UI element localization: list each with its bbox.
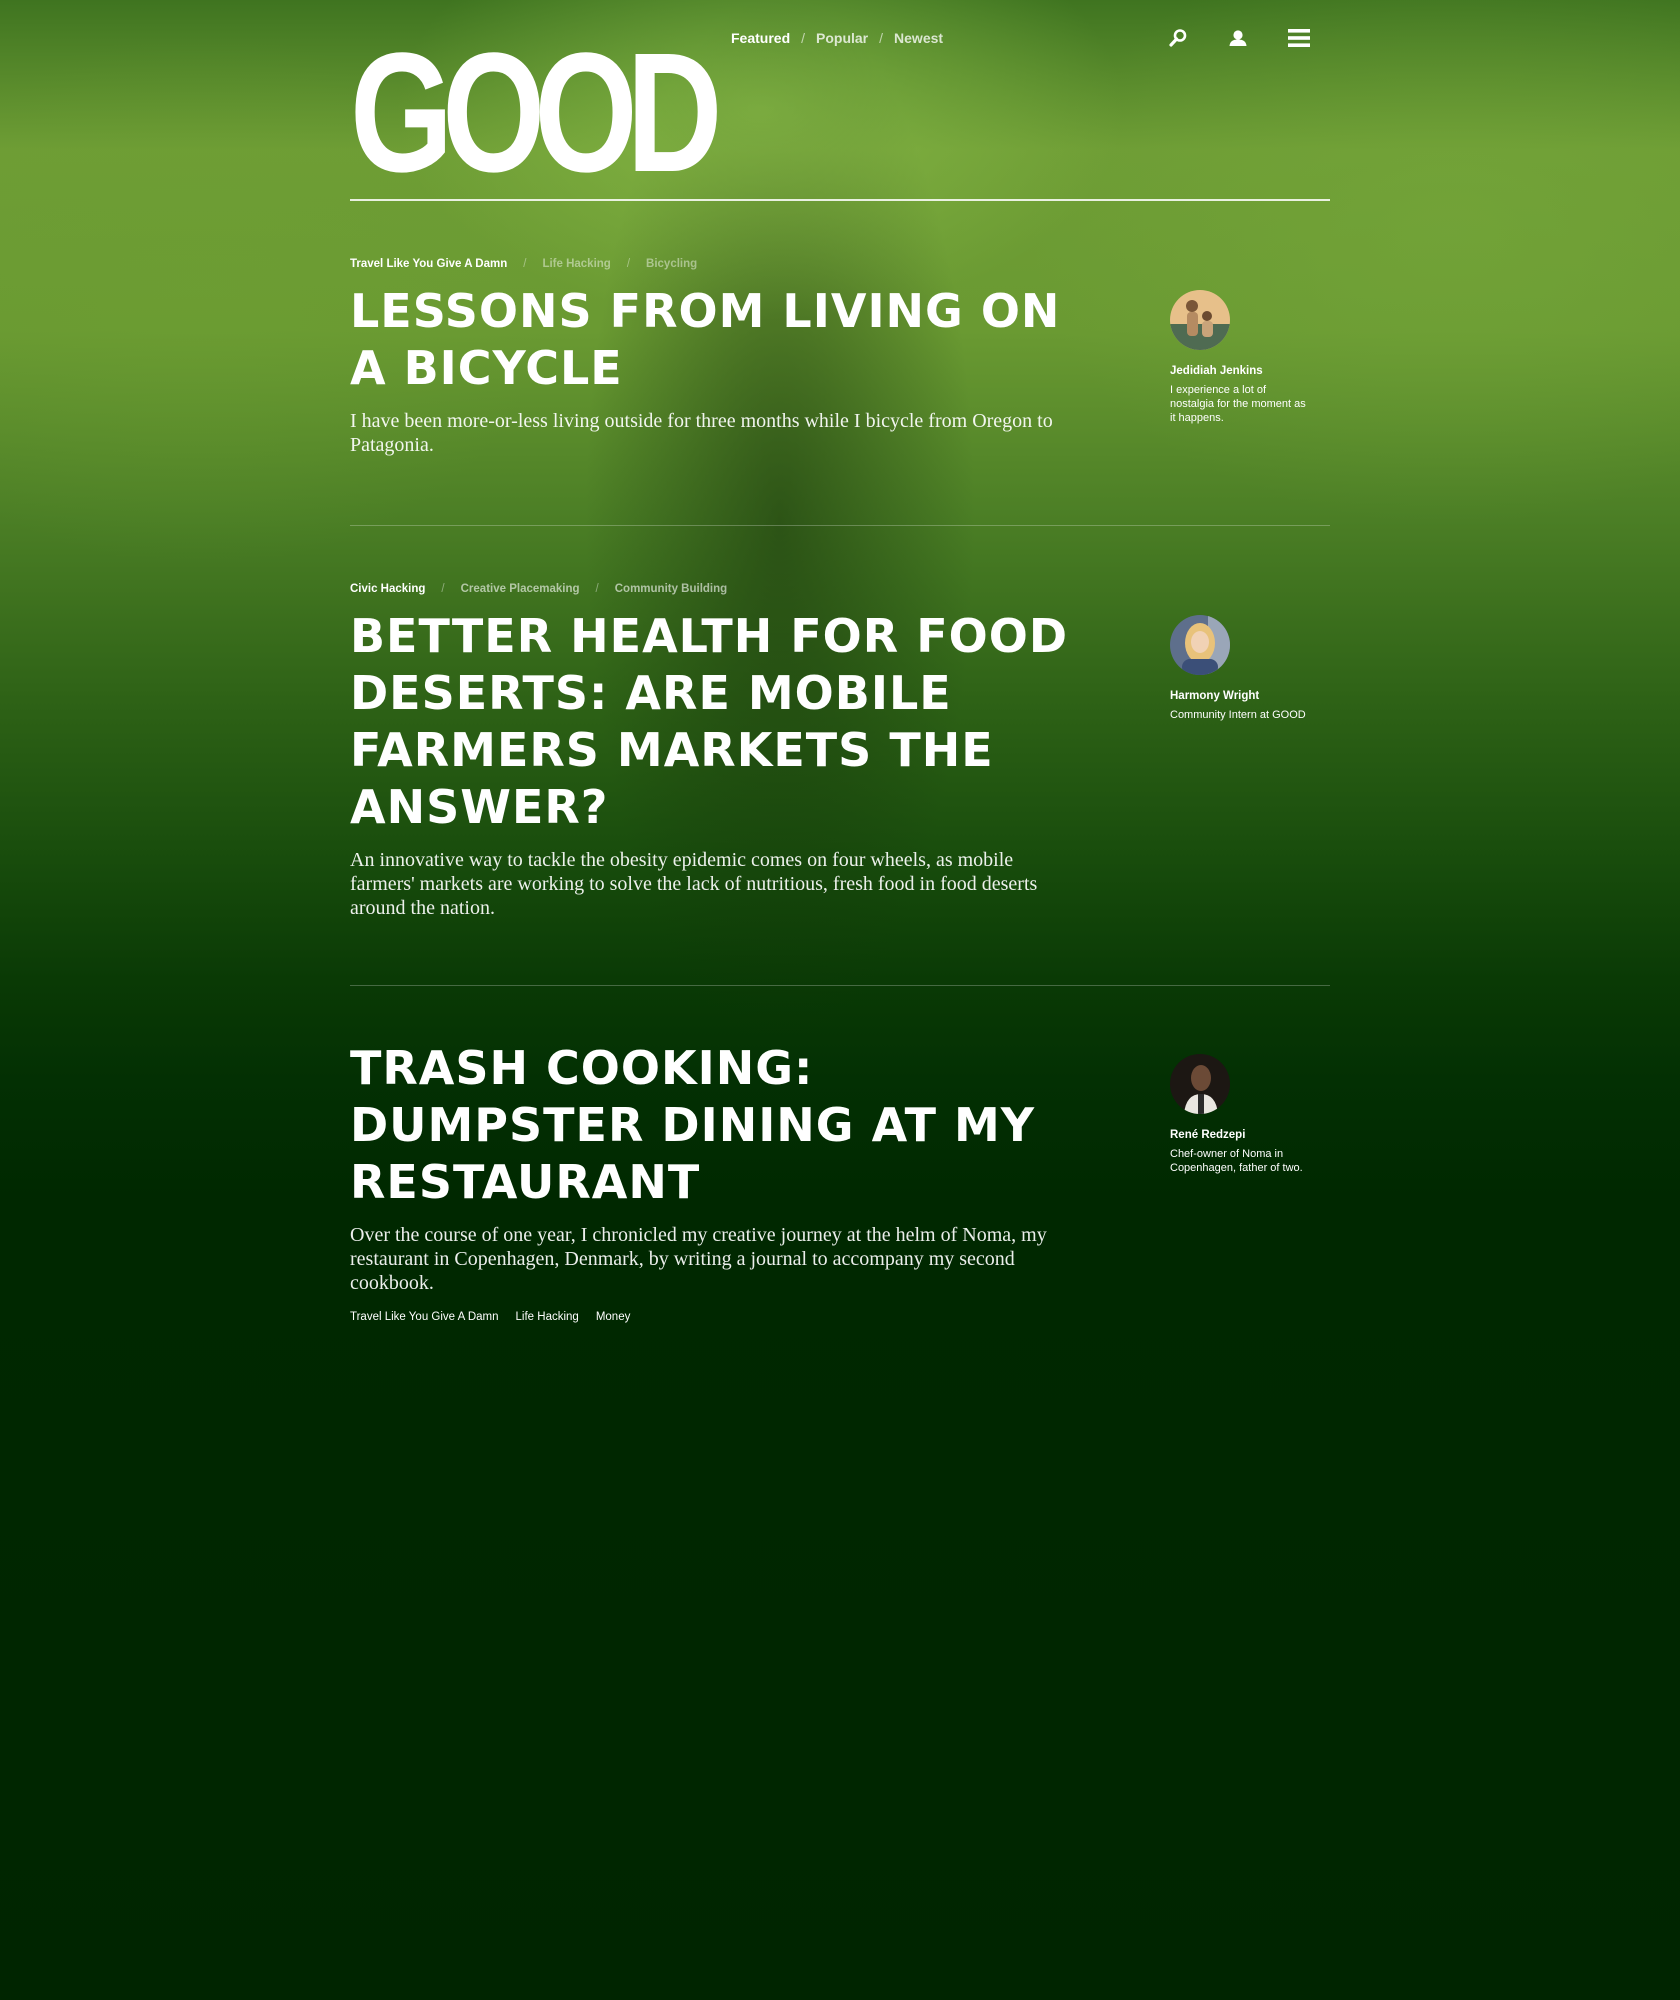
article-card: Trash Cooking: Dumpster Dining at My Res… [350,1040,1330,1323]
article-footer-tags: Travel Like You Give A Damn Life Hacking… [350,1311,1330,1323]
tag-link[interactable]: Travel Like You Give A Damn [350,1311,499,1323]
tag-link[interactable]: Life Hacking [542,258,610,270]
user-icon[interactable] [1228,28,1248,48]
tag-link[interactable]: Civic Hacking [350,583,425,595]
tag-separator: / [441,583,445,595]
header-actions [1168,28,1310,48]
author-bio: Chef-owner of Noma in Copenhagen, father… [1170,1148,1303,1174]
tag-link[interactable]: Money [596,1311,631,1323]
menu-icon[interactable] [1288,28,1310,48]
article-summary: I have been more-or-less living outside … [350,410,1053,456]
author-card: Harmony Wright Community Intern at GOOD [1170,615,1320,722]
author-bio: Community Intern at GOOD [1170,709,1306,721]
article-title[interactable]: Better Health for Food Deserts: Are Mobi… [350,608,1070,836]
header-divider [350,199,1330,201]
good-logo[interactable]: GOOD [350,28,722,198]
article-tags: Civic Hacking / Creative Placemaking / C… [350,583,1330,595]
tag-separator: / [595,583,599,595]
article-title[interactable]: Lessons from Living on a Bicycle [350,283,1070,397]
article-title[interactable]: Trash Cooking: Dumpster Dining at My Res… [350,1040,1070,1211]
author-avatar[interactable] [1170,1054,1230,1114]
tag-separator: / [523,258,527,270]
article-divider [350,985,1330,986]
search-icon[interactable] [1168,28,1188,48]
author-name[interactable]: René Redzepi [1170,1129,1320,1141]
author-bio: I experience a lot of nostalgia for the … [1170,384,1306,424]
tag-link[interactable]: Bicycling [646,258,697,270]
tag-link[interactable]: Creative Placemaking [461,583,580,595]
tag-link[interactable]: Community Building [615,583,727,595]
nav-separator: / [801,30,806,46]
nav-popular[interactable]: Popular [816,30,868,46]
author-name[interactable]: Jedidiah Jenkins [1170,365,1320,377]
article-tags: Travel Like You Give A Damn / Life Hacki… [350,258,1330,270]
tag-link[interactable]: Life Hacking [516,1311,579,1323]
tag-separator: / [626,258,631,270]
tag-link[interactable]: Travel Like You Give A Damn [350,258,507,270]
author-card: René Redzepi Chef-owner of Noma in Copen… [1170,1054,1320,1175]
author-avatar[interactable] [1170,290,1230,350]
main-nav: Featured / Popular / Newest [731,30,943,46]
article-divider [350,525,1330,526]
article-card: Travel Like You Give A Damn / Life Hacki… [350,258,1330,457]
article-summary: An innovative way to tackle the obesity … [350,849,1038,919]
author-avatar[interactable] [1170,615,1230,675]
nav-separator: / [879,30,884,46]
author-name[interactable]: Harmony Wright [1170,690,1320,702]
article-card: Civic Hacking / Creative Placemaking / C… [350,583,1330,920]
nav-newest[interactable]: Newest [894,30,943,46]
author-card: Jedidiah Jenkins I experience a lot of n… [1170,290,1320,425]
article-summary: Over the course of one year, I chronicle… [350,1224,1047,1294]
nav-featured[interactable]: Featured [731,30,790,46]
